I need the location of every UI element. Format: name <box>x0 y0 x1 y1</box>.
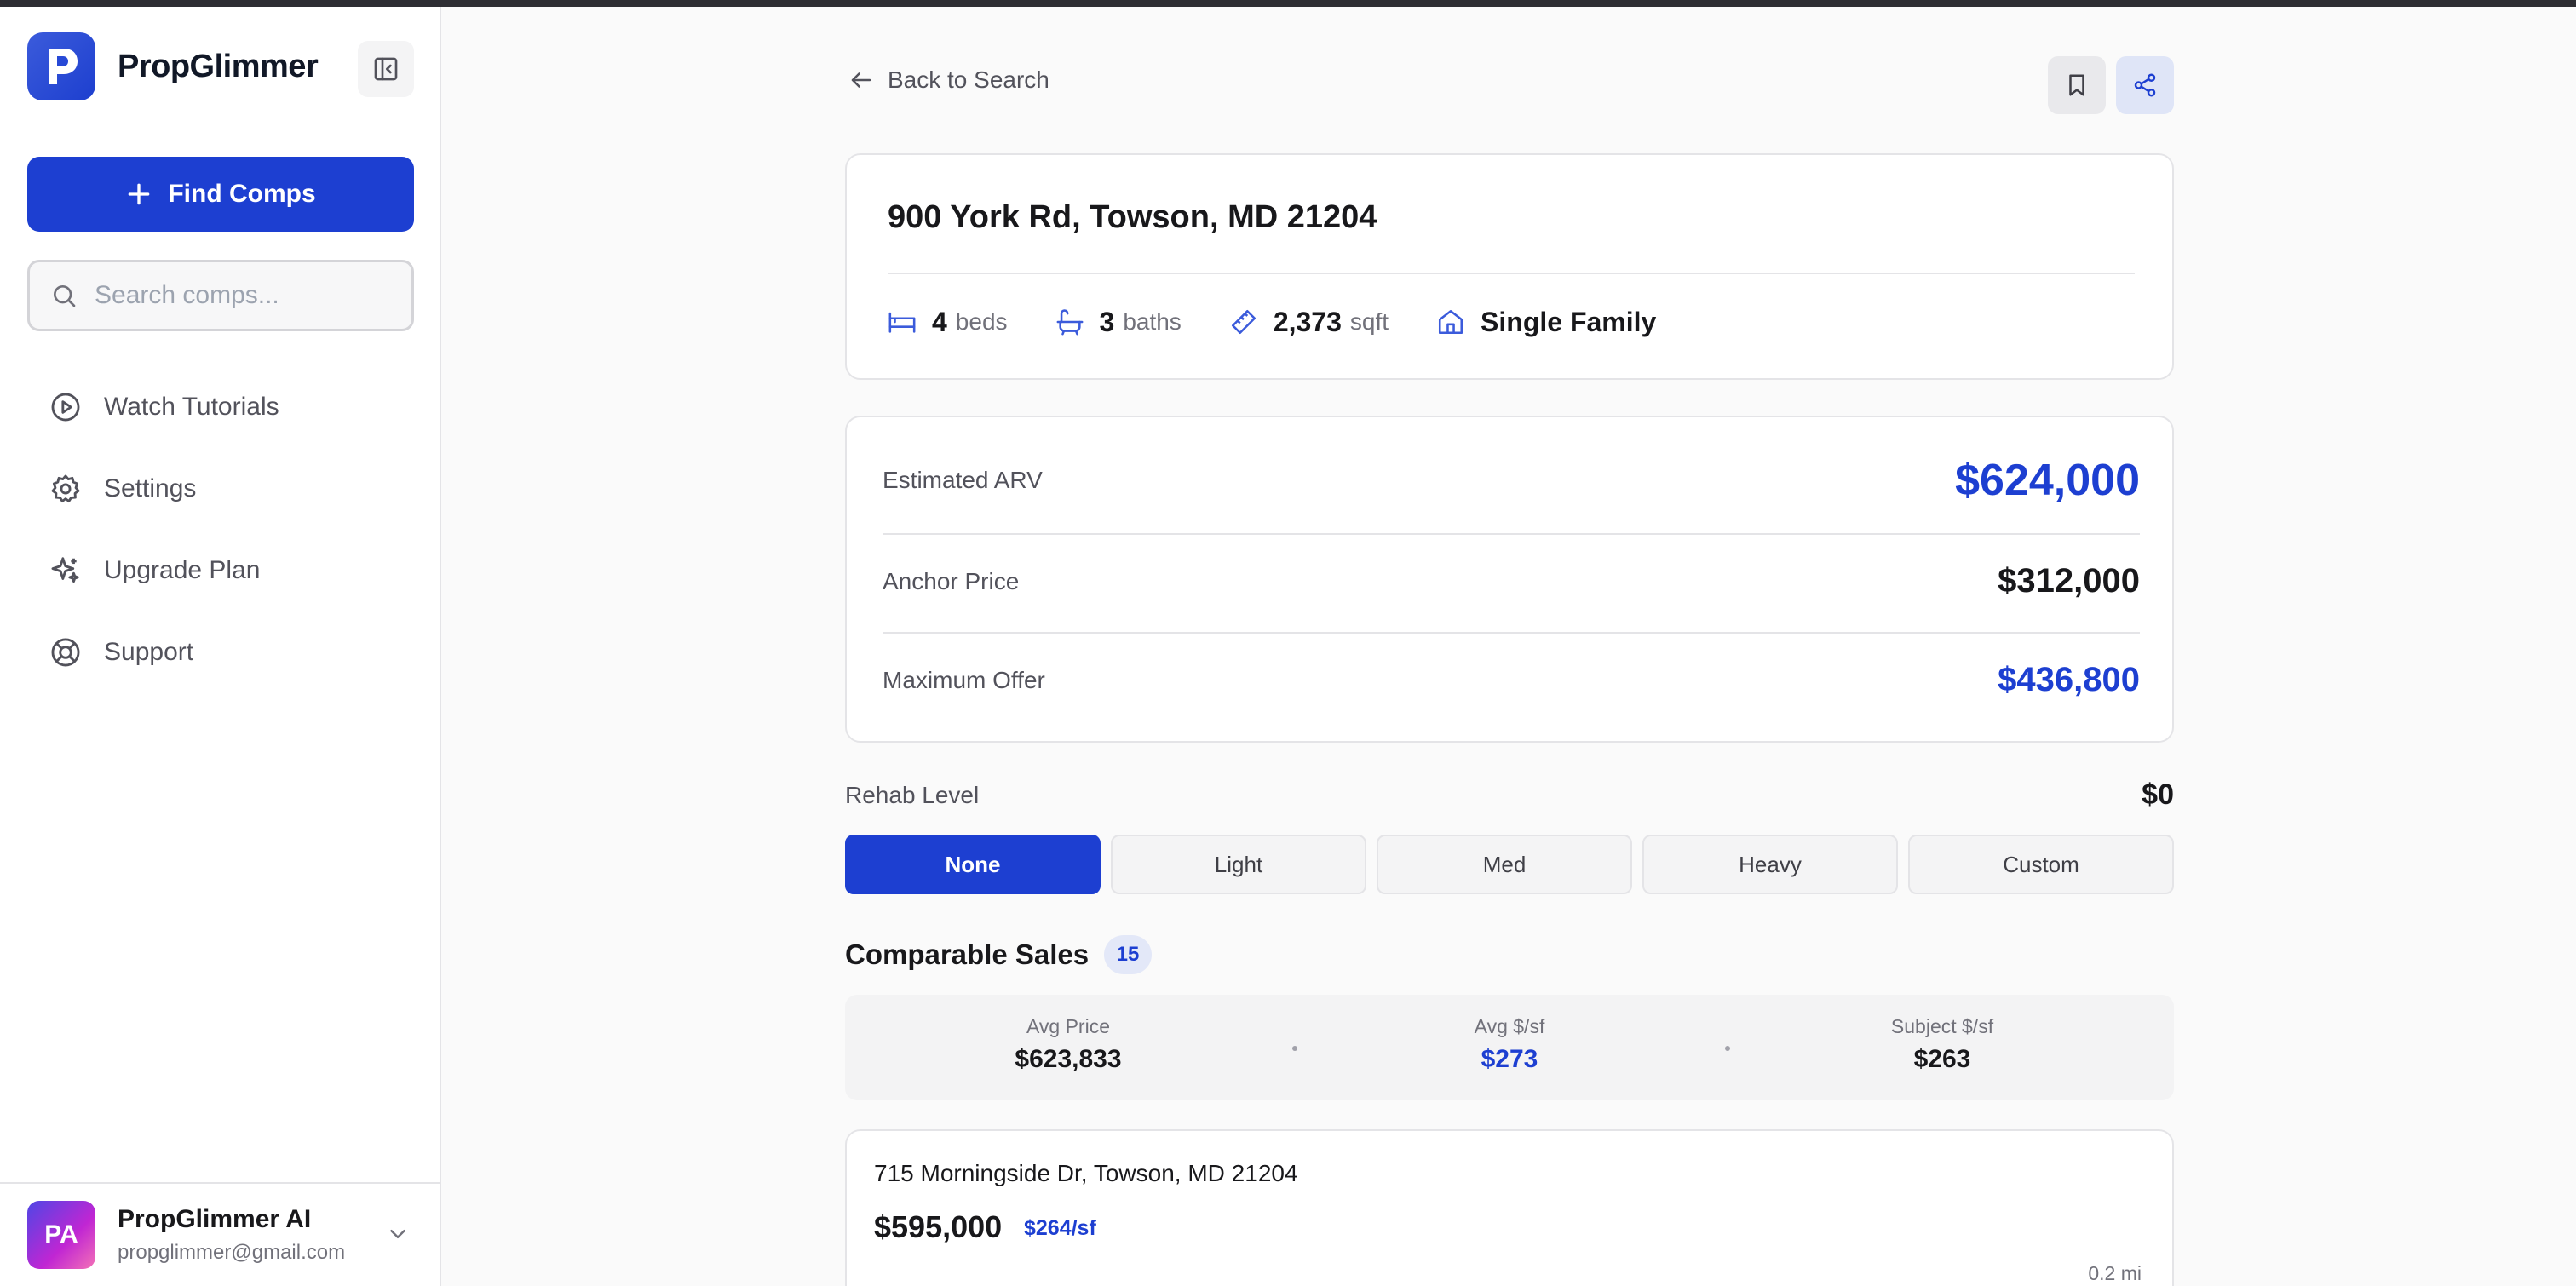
user-name: PropGlimmer AI <box>118 1205 312 1233</box>
separator-dot <box>1725 1046 1730 1051</box>
divider <box>883 632 2140 634</box>
brand-logo-icon <box>27 32 95 100</box>
arv-row: Estimated ARV $624,000 <box>883 455 2140 506</box>
beds-stat: 4 beds <box>888 307 1008 338</box>
comp-price: $595,000 <box>874 1209 1003 1244</box>
comps-summary: Avg Price $623,833 Avg $/sf $273 Subject… <box>845 995 2174 1100</box>
back-label: Back to Search <box>888 66 1049 93</box>
back-to-search-link[interactable]: Back to Search <box>848 66 1049 94</box>
user-info: PropGlimmer AI propglimmer@gmail.com <box>118 1205 345 1265</box>
avg-price-label: Avg Price <box>1026 1015 1110 1037</box>
sidebar-item-label: Support <box>104 638 194 666</box>
rehab-cost-value: $0 <box>2142 778 2174 811</box>
property-address: 900 York Rd, Towson, MD 21204 <box>888 199 1377 235</box>
sidebar-item-upgrade-plan[interactable]: Upgrade Plan <box>27 530 414 611</box>
search-input[interactable] <box>95 281 401 310</box>
user-menu[interactable]: PA PropGlimmer AI propglimmer@gmail.com <box>0 1182 440 1286</box>
sidebar-item-support[interactable]: Support <box>27 611 414 693</box>
house-icon <box>1439 309 1463 335</box>
avg-price-value: $623,833 <box>1015 1045 1122 1073</box>
comps-count-badge: 15 <box>1104 935 1152 974</box>
lifebuoy-icon <box>51 638 80 667</box>
rehab-option-light[interactable]: Light <box>1111 835 1366 894</box>
comp-price-per-sqft: $264/sf <box>1024 1216 1096 1240</box>
rehab-option-heavy[interactable]: Heavy <box>1642 835 1898 894</box>
property-type-stat: Single Family <box>1436 307 1656 338</box>
avg-psf-stat: Avg $/sf $273 <box>1382 1015 1637 1074</box>
beds-label: beds <box>955 308 1008 335</box>
avg-psf-label: Avg $/sf <box>1474 1015 1545 1037</box>
brand[interactable]: PropGlimmer <box>27 32 319 100</box>
arv-label: Estimated ARV <box>883 467 1043 493</box>
bed-icon <box>888 312 916 333</box>
sidebar-item-settings[interactable]: Settings <box>27 448 414 530</box>
find-comps-label: Find Comps <box>168 180 316 208</box>
sidebar-item-watch-tutorials[interactable]: Watch Tutorials <box>27 366 414 448</box>
rehab-option-custom[interactable]: Custom <box>1908 835 2174 894</box>
anchor-price-value: $312,000 <box>1998 562 2140 600</box>
sidebar-item-label: Watch Tutorials <box>104 393 279 421</box>
avg-price-stat: Avg Price $623,833 <box>940 1015 1196 1074</box>
find-comps-button[interactable]: Find Comps <box>27 157 414 232</box>
valuation-card: Estimated ARV $624,000 Anchor Price $312… <box>845 416 2174 743</box>
window-top-bar <box>0 0 2576 7</box>
anchor-price-row: Anchor Price $312,000 <box>883 562 2140 600</box>
max-offer-value: $436,800 <box>1998 661 2140 698</box>
subject-psf-label: Subject $/sf <box>1890 1015 1994 1037</box>
brand-name: PropGlimmer <box>118 48 319 84</box>
sidebar-nav: Watch Tutorials Settings Upgrade Plan Su… <box>27 366 414 693</box>
property-type: Single Family <box>1481 306 1657 337</box>
sidebar-item-label: Upgrade Plan <box>104 556 261 584</box>
arv-value: $624,000 <box>1955 456 2140 505</box>
plus-icon <box>128 183 150 205</box>
baths-label: baths <box>1123 308 1182 335</box>
max-offer-row: Maximum Offer $436,800 <box>883 661 2140 699</box>
separator-dot <box>1292 1046 1297 1051</box>
avatar: PA <box>27 1201 95 1269</box>
divider <box>888 273 2135 274</box>
arrow-left-icon <box>851 72 871 88</box>
share-icon <box>2134 73 2156 97</box>
anchor-price-label: Anchor Price <box>883 567 1020 594</box>
sqft-count: 2,373 <box>1273 306 1342 337</box>
bookmark-button[interactable] <box>2048 56 2106 114</box>
sidebar-item-label: Settings <box>104 474 197 502</box>
sqft-stat: 2,373 sqft <box>1229 307 1389 338</box>
bookmark-icon <box>2069 74 2084 96</box>
sparkles-icon <box>51 557 79 583</box>
search-icon <box>54 285 76 307</box>
comp-address: 715 Morningside Dr, Towson, MD 21204 <box>874 1160 1298 1186</box>
rehab-option-none[interactable]: None <box>845 835 1101 894</box>
rehab-option-med[interactable]: Med <box>1377 835 1632 894</box>
play-circle-icon <box>51 393 80 422</box>
baths-count: 3 <box>1099 306 1115 337</box>
max-offer-label: Maximum Offer <box>883 666 1045 693</box>
subject-psf-value: $263 <box>1913 1045 1971 1073</box>
comparable-sales-title: Comparable Sales <box>845 939 1090 970</box>
comp-card[interactable]: 715 Morningside Dr, Towson, MD 21204 $59… <box>845 1129 2174 1286</box>
sqft-label: sqft <box>1349 308 1389 335</box>
baths-stat: 3 baths <box>1055 307 1182 338</box>
ruler-icon <box>1231 309 1256 335</box>
comp-distance: 0.2 mi <box>2088 1262 2142 1284</box>
search-box[interactable] <box>27 260 414 331</box>
rehab-level-label: Rehab Level <box>845 782 980 808</box>
property-card: 900 York Rd, Towson, MD 21204 4 beds 3 b… <box>845 153 2174 380</box>
divider <box>883 533 2140 535</box>
collapse-sidebar-button[interactable] <box>358 41 414 97</box>
sidebar: PropGlimmer Find Comps Watch Tutorials <box>0 7 441 1286</box>
subject-psf-stat: Subject $/sf $263 <box>1814 1015 2070 1074</box>
sidebar-collapse-icon <box>374 57 398 81</box>
property-stats: 4 beds 3 baths 2,373 sqft Single Family <box>888 301 1704 342</box>
bath-icon <box>1056 309 1083 336</box>
gear-icon <box>51 474 80 502</box>
beds-count: 4 <box>932 306 947 337</box>
share-button[interactable] <box>2116 56 2174 114</box>
chevron-down-icon[interactable] <box>385 1221 411 1247</box>
user-email: propglimmer@gmail.com <box>118 1241 346 1264</box>
avg-psf-value: $273 <box>1481 1045 1538 1073</box>
